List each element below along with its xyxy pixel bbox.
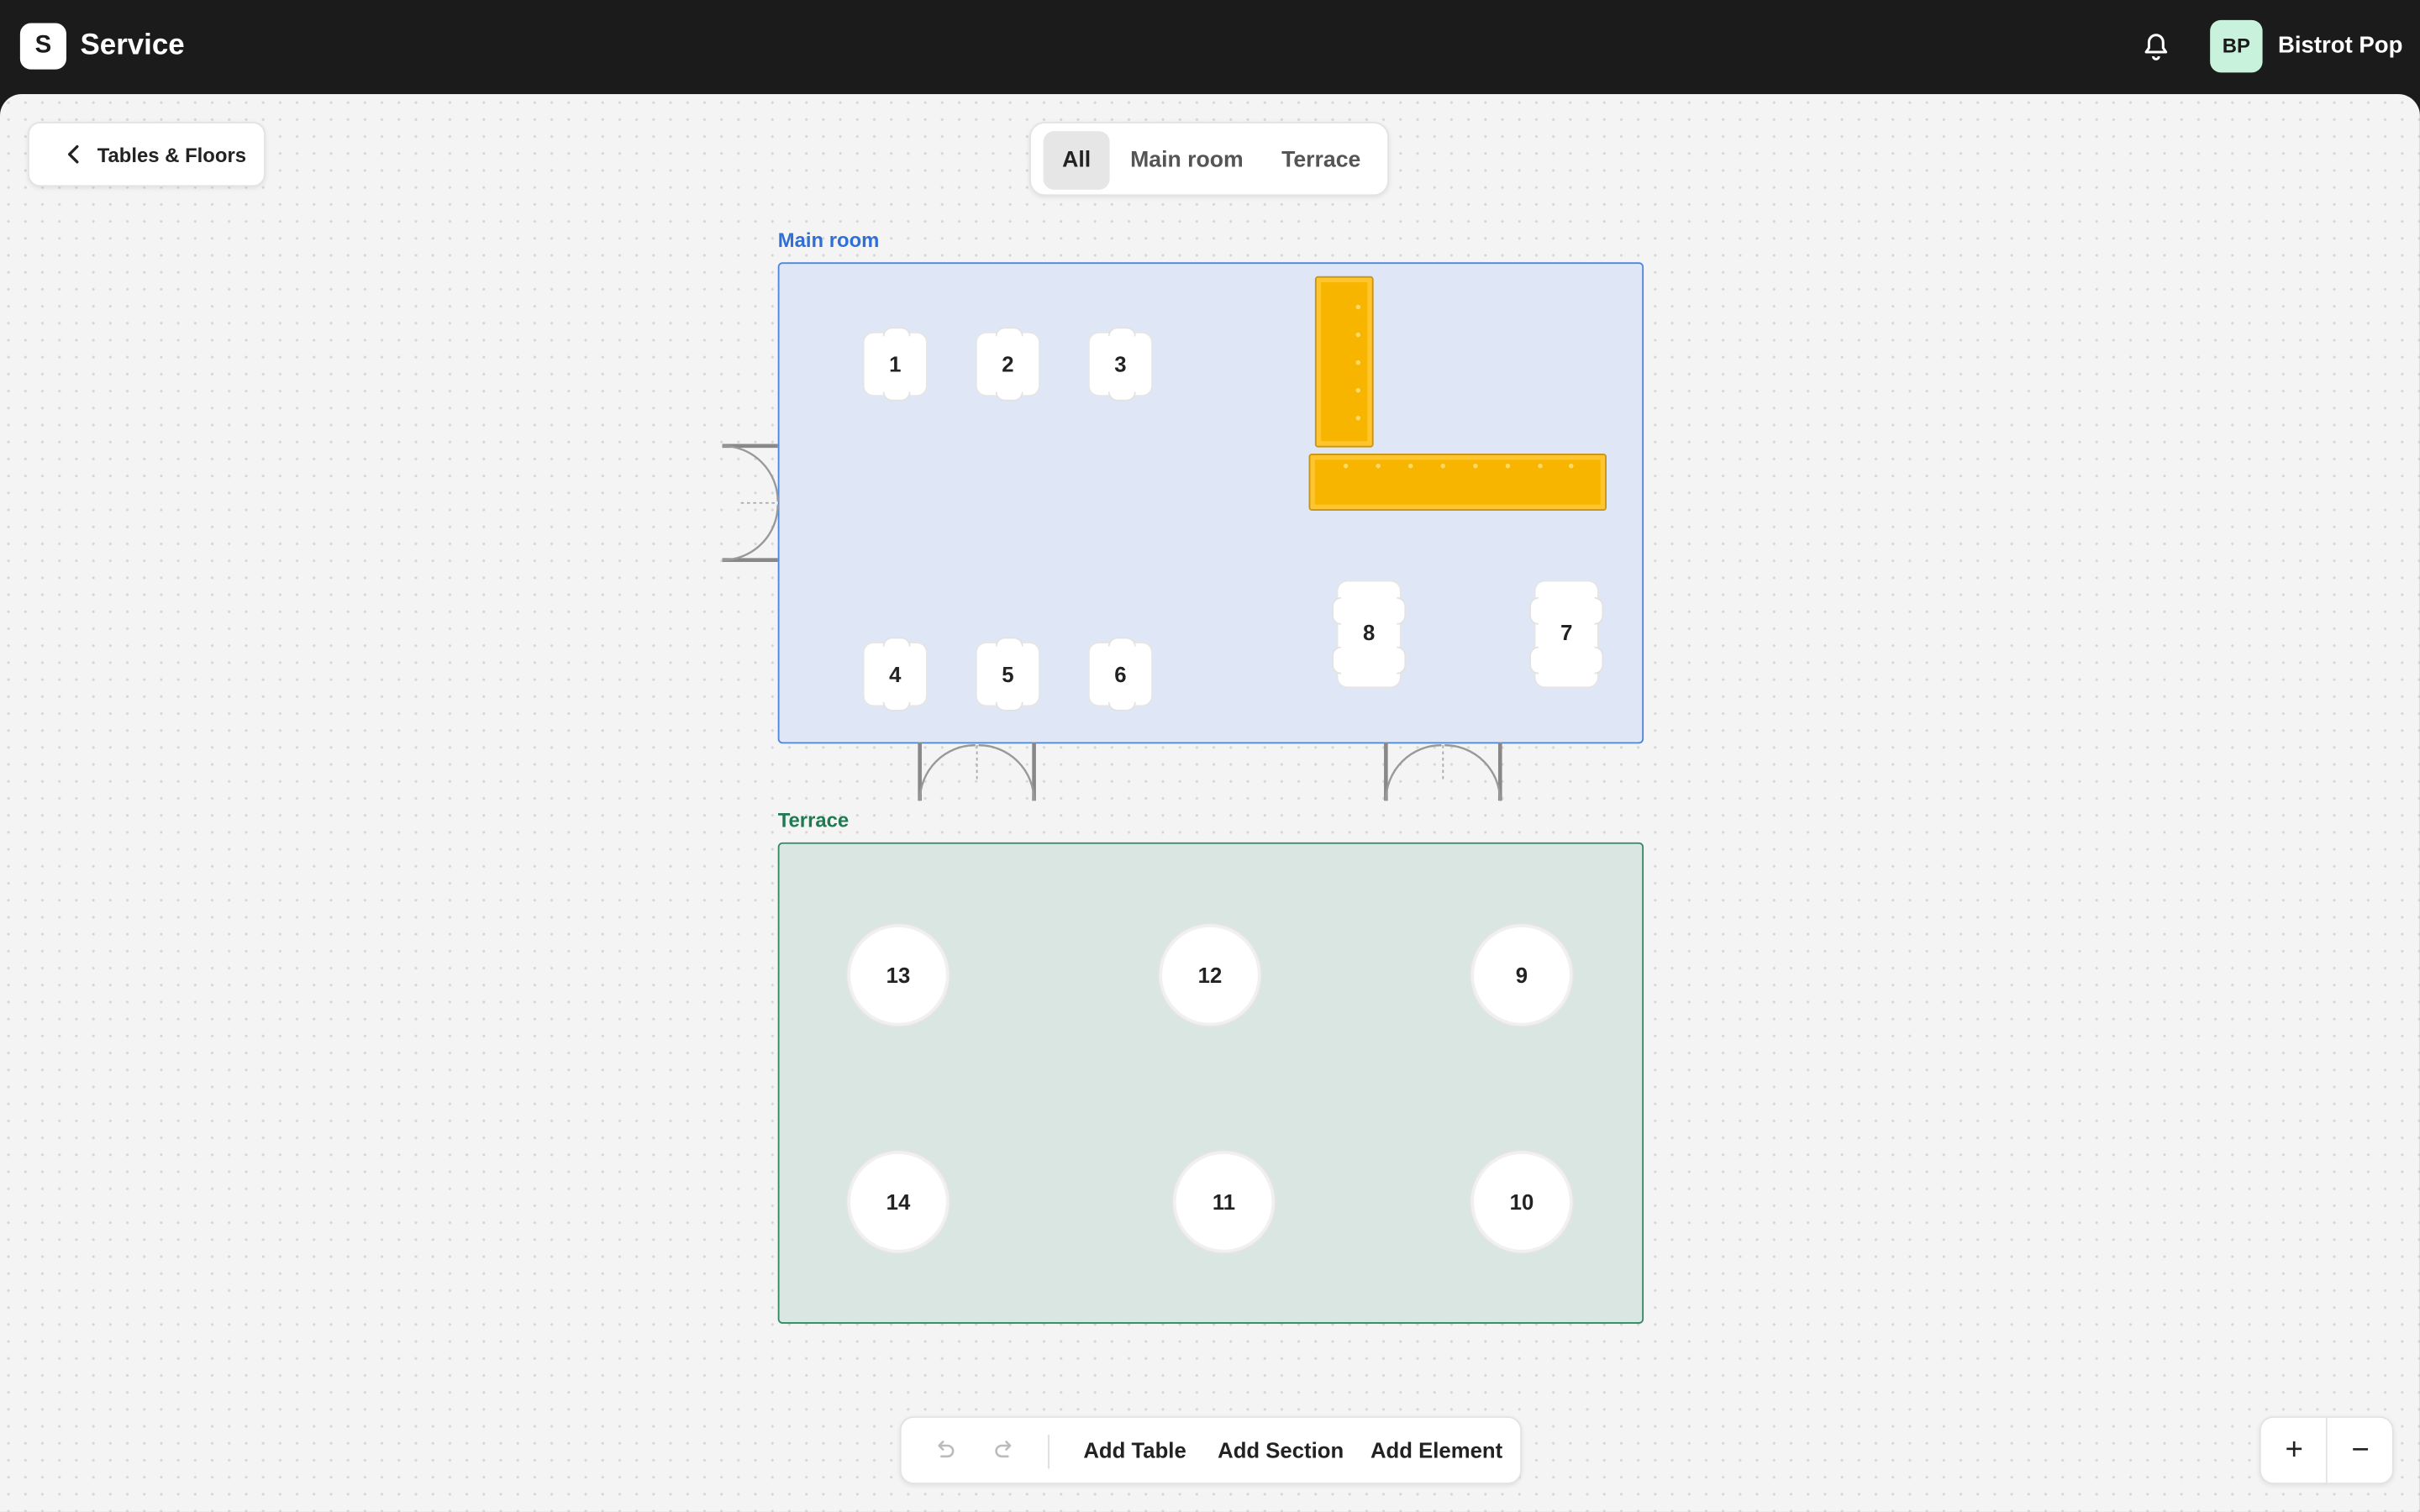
door-left-icon[interactable] <box>719 443 781 563</box>
section-label-terrace: Terrace <box>777 808 850 832</box>
table-8-number: 8 <box>1362 620 1376 645</box>
zoom-controls: + − <box>2259 1416 2394 1484</box>
chair <box>1529 646 1539 675</box>
table-13[interactable]: 13 <box>850 927 946 1023</box>
zoom-out-button[interactable]: − <box>2328 1418 2394 1483</box>
table-7[interactable]: 7 <box>1529 581 1604 687</box>
table-9[interactable]: 9 <box>1474 927 1570 1023</box>
notification-bell-icon[interactable] <box>2139 31 2173 65</box>
chair <box>1529 596 1539 625</box>
tab-all[interactable]: All <box>1043 131 1110 190</box>
table-12[interactable]: 12 <box>1162 927 1258 1023</box>
add-element-button[interactable]: Add Element <box>1370 1438 1502 1462</box>
tab-main-room[interactable]: Main room <box>1120 131 1253 190</box>
account-name[interactable]: Bistrot Pop <box>2278 33 2402 59</box>
top-bar: S Service BP Bistrot Pop <box>0 0 2420 96</box>
table-14[interactable]: 14 <box>850 1153 946 1250</box>
section-terrace[interactable] <box>777 842 1644 1324</box>
chevron-left-icon <box>67 144 79 164</box>
table-2[interactable]: 2 <box>976 327 1039 402</box>
table-4[interactable]: 4 <box>864 637 927 711</box>
door-bottom-left-icon[interactable] <box>917 742 1037 803</box>
table-1[interactable]: 1 <box>864 327 927 402</box>
chair <box>1332 596 1342 625</box>
table-6[interactable]: 6 <box>1089 637 1152 711</box>
editor-toolbar: Add Table Add Section Add Element <box>899 1416 1522 1484</box>
table-8[interactable]: 8 <box>1332 581 1407 687</box>
bar-counter-horizontal[interactable] <box>1308 453 1607 511</box>
floor-filter-tabs: All Main room Terrace <box>1029 122 1390 197</box>
tab-terrace[interactable]: Terrace <box>1265 131 1376 190</box>
zoom-in-button[interactable]: + <box>2261 1418 2328 1483</box>
toolbar-divider <box>1048 1435 1050 1469</box>
table-3[interactable]: 3 <box>1089 327 1152 402</box>
app-logo: S <box>19 23 66 70</box>
table-11[interactable]: 11 <box>1176 1153 1272 1250</box>
chair <box>1332 646 1342 675</box>
table-7-number: 7 <box>1560 620 1573 645</box>
table-10[interactable]: 10 <box>1474 1153 1570 1250</box>
section-label-main-room: Main room <box>777 228 880 252</box>
add-section-button[interactable]: Add Section <box>1218 1438 1344 1462</box>
door-bottom-right-icon[interactable] <box>1383 742 1503 803</box>
add-table-button[interactable]: Add Table <box>1083 1438 1186 1462</box>
redo-icon[interactable] <box>992 1438 1017 1462</box>
table-5[interactable]: 5 <box>976 637 1039 711</box>
back-button-label: Tables & Floors <box>97 143 247 167</box>
back-button[interactable]: Tables & Floors <box>28 122 266 187</box>
undo-icon[interactable] <box>932 1438 956 1462</box>
app-title: Service <box>80 29 185 62</box>
avatar[interactable]: BP <box>2210 19 2263 73</box>
bar-counter-vertical[interactable] <box>1314 276 1374 448</box>
